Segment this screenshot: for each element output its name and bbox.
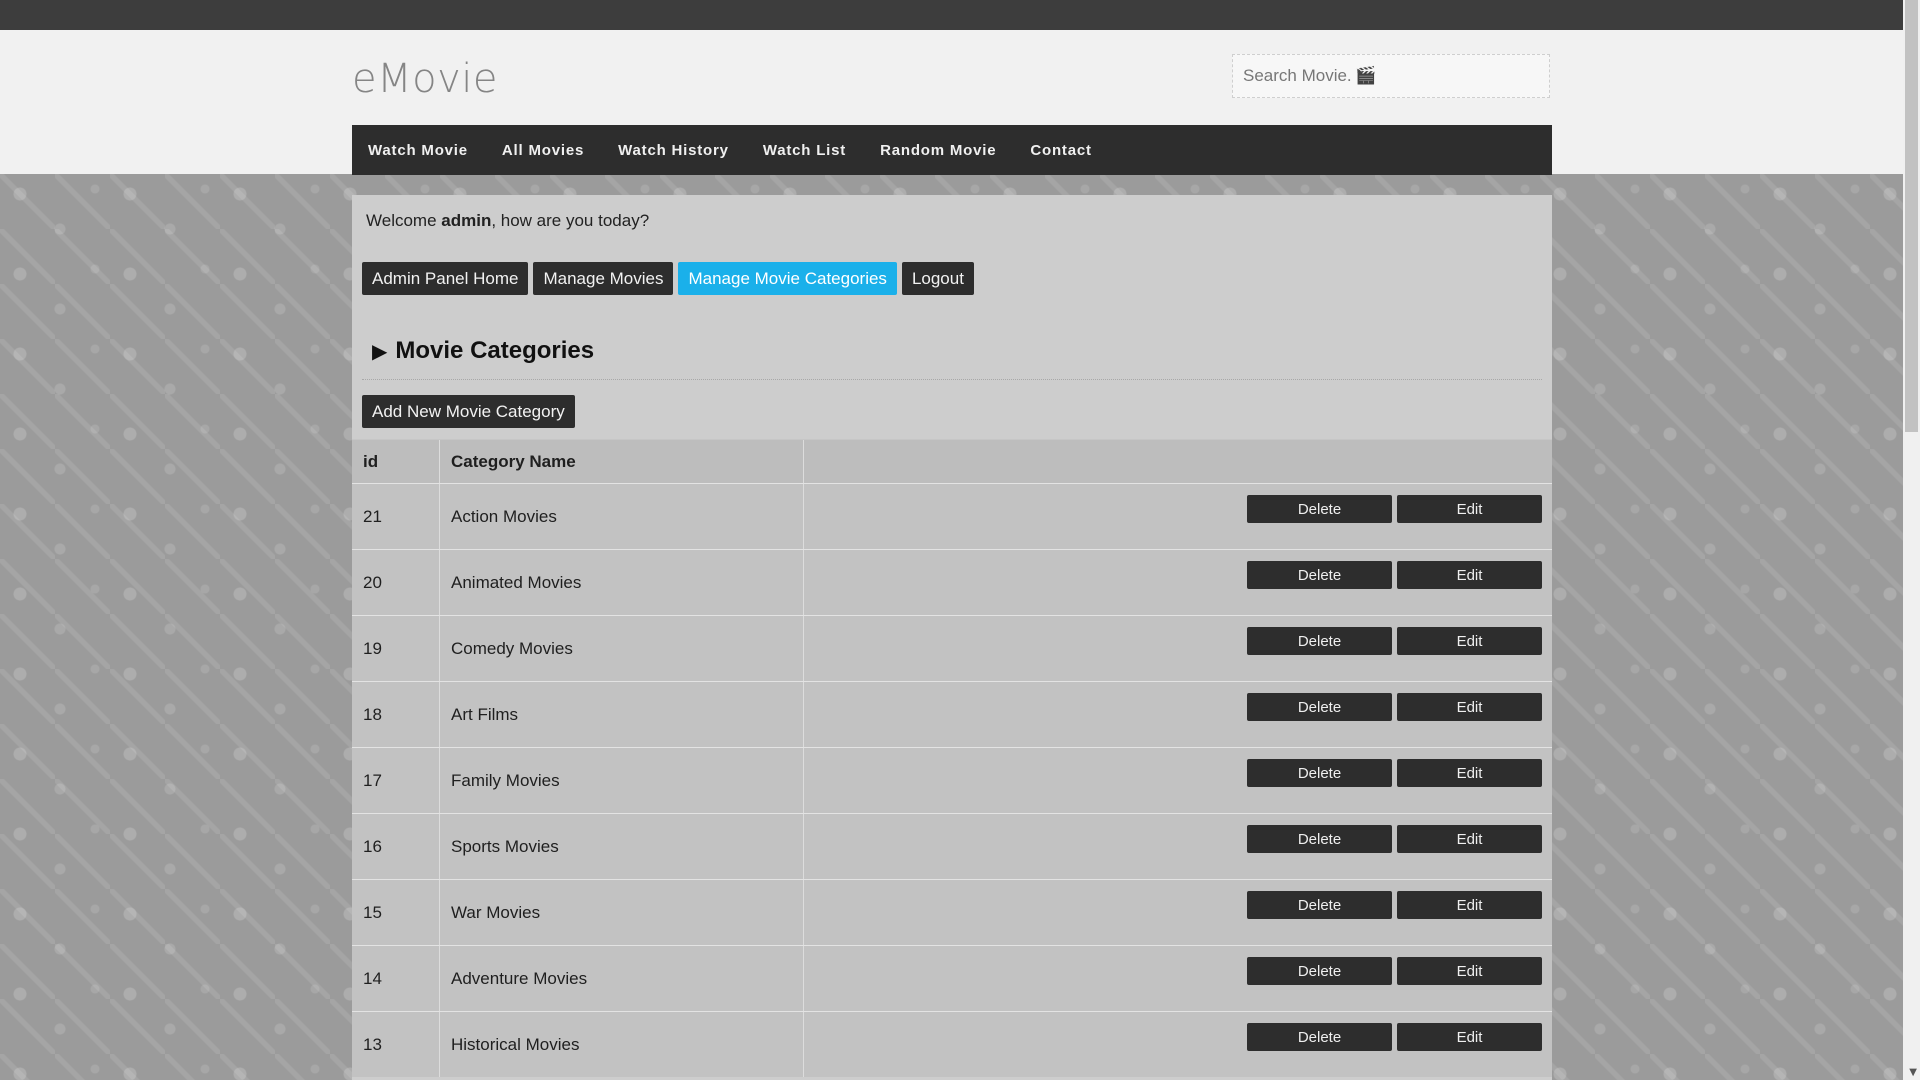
- delete-button[interactable]: Delete: [1247, 495, 1392, 523]
- row-actions: Delete Edit: [804, 814, 1552, 879]
- admin-panel-home-button[interactable]: Admin Panel Home: [362, 262, 529, 295]
- triangle-right-icon: ▶: [372, 339, 388, 363]
- row-id: 13: [352, 1012, 440, 1077]
- manage-movie-categories-button[interactable]: Manage Movie Categories: [678, 262, 897, 295]
- row-category-name: Animated Movies: [440, 550, 804, 615]
- row-action-buttons: Delete Edit: [1247, 957, 1542, 985]
- row-category-name: Historical Movies: [440, 1012, 804, 1077]
- row-action-buttons: Delete Edit: [1247, 627, 1542, 655]
- categories-table: id Category Name 21 Action Movies Delete Ed…: [352, 439, 1552, 1077]
- clapperboard-icon[interactable]: 🎬: [1355, 66, 1376, 86]
- scrollbar[interactable]: ▼: [1903, 0, 1920, 1080]
- nav-watch-movie[interactable]: Watch Movie: [368, 142, 468, 159]
- table-row: 21 Action Movies Delete Edit: [352, 483, 1552, 549]
- edit-button[interactable]: Edit: [1397, 561, 1542, 589]
- delete-button[interactable]: Delete: [1247, 957, 1392, 985]
- nav-random-movie[interactable]: Random Movie: [880, 142, 996, 159]
- row-category-name: Comedy Movies: [440, 616, 804, 681]
- row-actions: Delete Edit: [804, 748, 1552, 813]
- row-action-buttons: Delete Edit: [1247, 693, 1542, 721]
- table-row: 18 Art Films Delete Edit: [352, 681, 1552, 747]
- row-id: 14: [352, 946, 440, 1011]
- edit-button[interactable]: Edit: [1397, 693, 1542, 721]
- edit-button[interactable]: Edit: [1397, 825, 1542, 853]
- row-actions: Delete Edit: [804, 880, 1552, 945]
- admin-panel: Welcome admin, how are you today? Admin …: [352, 195, 1552, 1080]
- delete-button[interactable]: Delete: [1247, 561, 1392, 589]
- row-action-buttons: Delete Edit: [1247, 759, 1542, 787]
- table-row: 17 Family Movies Delete Edit: [352, 747, 1552, 813]
- row-id: 21: [352, 484, 440, 549]
- row-id: 17: [352, 748, 440, 813]
- delete-button[interactable]: Delete: [1247, 891, 1392, 919]
- row-action-buttons: Delete Edit: [1247, 495, 1542, 523]
- row-actions: Delete Edit: [804, 682, 1552, 747]
- table-row: 13 Historical Movies Delete Edit: [352, 1011, 1552, 1077]
- edit-button[interactable]: Edit: [1397, 957, 1542, 985]
- table-row: 19 Comedy Movies Delete Edit: [352, 615, 1552, 681]
- delete-button[interactable]: Delete: [1247, 693, 1392, 721]
- row-action-buttons: Delete Edit: [1247, 825, 1542, 853]
- divider: [362, 379, 1542, 380]
- row-action-buttons: Delete Edit: [1247, 1023, 1542, 1051]
- row-id: 18: [352, 682, 440, 747]
- row-id: 16: [352, 814, 440, 879]
- main-nav: Watch Movie All Movies Watch History Wat…: [352, 125, 1552, 175]
- delete-button[interactable]: Delete: [1247, 1023, 1392, 1051]
- edit-button[interactable]: Edit: [1397, 495, 1542, 523]
- delete-button[interactable]: Delete: [1247, 627, 1392, 655]
- row-actions: Delete Edit: [804, 484, 1552, 549]
- section-title: Movie Categories: [395, 337, 595, 364]
- table-row: 14 Adventure Movies Delete Edit: [352, 945, 1552, 1011]
- site-logo[interactable]: eMovie: [352, 56, 498, 102]
- row-id: 20: [352, 550, 440, 615]
- header-id: id: [352, 440, 440, 483]
- row-category-name: War Movies: [440, 880, 804, 945]
- row-category-name: Action Movies: [440, 484, 804, 549]
- welcome-suffix: , how are you today?: [491, 211, 650, 230]
- search-input[interactable]: [1243, 66, 1353, 86]
- row-action-buttons: Delete Edit: [1247, 561, 1542, 589]
- row-actions: Delete Edit: [804, 550, 1552, 615]
- table-row: 20 Animated Movies Delete Edit: [352, 549, 1552, 615]
- nav-contact[interactable]: Contact: [1030, 142, 1091, 159]
- table-row: 16 Sports Movies Delete Edit: [352, 813, 1552, 879]
- add-category-button[interactable]: Add New Movie Category: [362, 395, 575, 428]
- row-actions: Delete Edit: [804, 616, 1552, 681]
- welcome-prefix: Welcome: [366, 211, 442, 230]
- row-action-buttons: Delete Edit: [1247, 891, 1542, 919]
- welcome-username: admin: [441, 211, 492, 230]
- logout-button[interactable]: Logout: [901, 262, 974, 295]
- manage-movies-button[interactable]: Manage Movies: [533, 262, 674, 295]
- nav-all-movies[interactable]: All Movies: [502, 142, 584, 159]
- edit-button[interactable]: Edit: [1397, 759, 1542, 787]
- row-category-name: Sports Movies: [440, 814, 804, 879]
- table-row: 15 War Movies Delete Edit: [352, 879, 1552, 945]
- edit-button[interactable]: Edit: [1397, 627, 1542, 655]
- nav-watch-history[interactable]: Watch History: [618, 142, 729, 159]
- header-category-name: Category Name: [440, 440, 804, 483]
- header-actions: [804, 440, 1552, 483]
- row-id: 15: [352, 880, 440, 945]
- nav-watch-list[interactable]: Watch List: [763, 142, 846, 159]
- search-box[interactable]: 🎬: [1232, 54, 1550, 98]
- row-category-name: Adventure Movies: [440, 946, 804, 1011]
- table-header: id Category Name: [352, 439, 1552, 483]
- edit-button[interactable]: Edit: [1397, 1023, 1542, 1051]
- row-category-name: Art Films: [440, 682, 804, 747]
- edit-button[interactable]: Edit: [1397, 891, 1542, 919]
- scrollbar-thumb[interactable]: [1905, 0, 1918, 432]
- top-bar: [0, 0, 1903, 30]
- row-actions: Delete Edit: [804, 946, 1552, 1011]
- row-category-name: Family Movies: [440, 748, 804, 813]
- delete-button[interactable]: Delete: [1247, 825, 1392, 853]
- scroll-down-icon[interactable]: ▼: [1909, 1067, 1917, 1078]
- welcome-message: Welcome admin, how are you today?: [366, 211, 649, 231]
- row-id: 19: [352, 616, 440, 681]
- admin-toolbar: Admin Panel Home Manage Movies Manage Mo…: [362, 262, 974, 295]
- row-actions: Delete Edit: [804, 1012, 1552, 1077]
- delete-button[interactable]: Delete: [1247, 759, 1392, 787]
- section-heading: ▶ Movie Categories: [372, 337, 594, 365]
